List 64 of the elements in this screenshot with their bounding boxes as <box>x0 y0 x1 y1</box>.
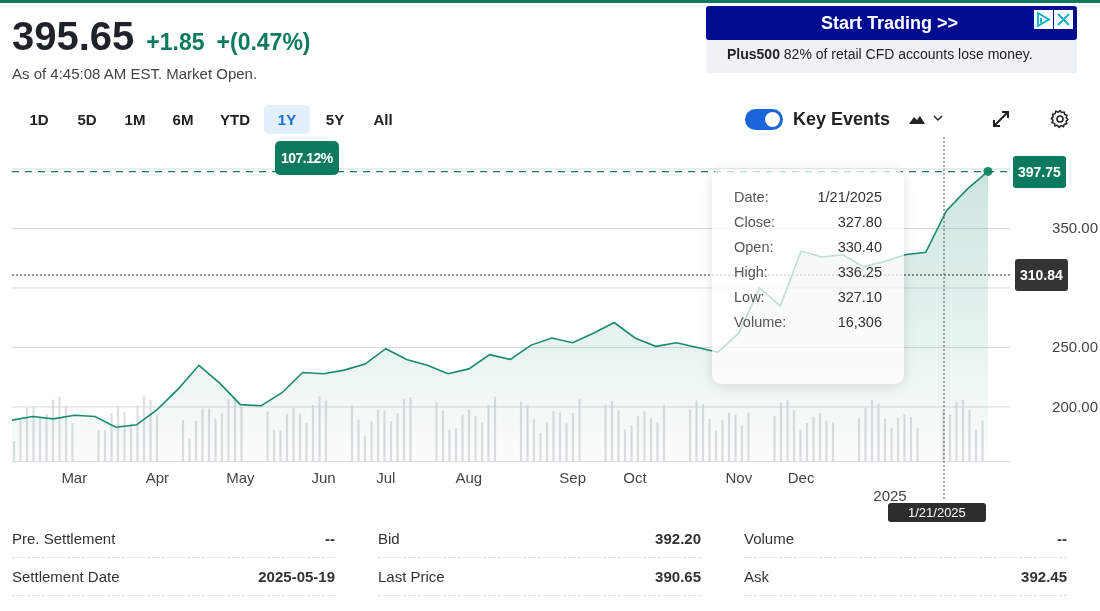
expand-icon[interactable] <box>992 110 1010 128</box>
range-tab[interactable]: YTD <box>208 104 262 134</box>
last-price: 395.65 <box>12 14 135 59</box>
crosshair-date-badge: 1/21/2025 <box>888 503 986 522</box>
x-axis-label: Jun <box>311 469 336 486</box>
year-label: 2025 <box>873 487 907 504</box>
stat-value: -- <box>325 530 335 547</box>
tooltip-label: Open: <box>734 239 774 255</box>
tooltip-value: 330.40 <box>837 239 882 255</box>
settings-icon[interactable] <box>1050 109 1070 129</box>
stat-label: Settlement Date <box>12 568 120 585</box>
tooltip-value: 327.80 <box>837 214 882 230</box>
stat-value: 390.65 <box>655 568 701 585</box>
toggle-switch[interactable] <box>744 108 783 130</box>
tooltip-label: Close: <box>734 214 776 230</box>
tooltip-value: 1/21/2025 <box>817 189 882 205</box>
ad-disclaimer: Plus500 82% of retail CFD accounts lose money. <box>726 45 1034 62</box>
range-tab[interactable]: 1D <box>16 104 62 134</box>
stat-value: -- <box>1057 530 1067 547</box>
chart-type-icon[interactable] <box>908 112 946 126</box>
key-events-label: Key Events <box>792 108 890 130</box>
stat-label: Volume <box>744 530 795 547</box>
y-axis-label: 350.00 <box>1052 219 1098 237</box>
tooltip-label: Volume: <box>734 314 787 330</box>
stat-label: Last Price <box>378 568 445 585</box>
x-axis-label: Oct <box>623 469 647 486</box>
ad-banner[interactable]: Start Trading >> Plus500 82% of retail CFD accounts lose money. <box>706 6 1077 73</box>
range-tab[interactable]: 5D <box>64 104 110 134</box>
x-axis-label: Apr <box>145 469 170 486</box>
tooltip-label: Low: <box>734 289 765 305</box>
y-axis-label: 200.00 <box>1052 397 1098 415</box>
price-change: +1.85 <box>146 29 205 56</box>
price-badge: 310.84 <box>1015 259 1068 291</box>
range-tab[interactable]: 6M <box>160 104 206 134</box>
stat-label: Ask <box>744 568 769 585</box>
stat-value: 392.20 <box>655 530 701 547</box>
range-tab[interactable]: All <box>360 104 406 134</box>
last-point <box>983 166 993 176</box>
price-badge: 397.75 <box>1013 155 1066 188</box>
ad-info-icon[interactable] <box>1034 9 1053 29</box>
tooltip-value: 327.10 <box>837 289 882 305</box>
range-tab[interactable]: 1Y <box>264 104 310 134</box>
stat-value: 2025-05-19 <box>258 568 335 585</box>
stat-value: 392.45 <box>1021 568 1067 585</box>
x-axis-label: Dec <box>787 469 815 486</box>
x-axis-label: May <box>226 469 255 486</box>
y-axis-label: 250.00 <box>1052 338 1098 356</box>
stat-label: Bid <box>378 530 400 547</box>
x-axis-label: Aug <box>455 469 483 486</box>
tooltip-value: 336.25 <box>837 264 882 280</box>
close-icon[interactable] <box>1054 9 1073 29</box>
tooltip-label: High: <box>734 264 768 280</box>
timestamp-text: As of 4:45:08 AM EST. Market Open. <box>12 65 259 82</box>
x-axis-label: Sep <box>559 469 587 486</box>
stat-label: Pre. Settlement <box>12 530 116 547</box>
x-axis-label: Nov <box>725 469 753 486</box>
tooltip-value: 16,306 <box>837 314 882 330</box>
x-axis-label: Jul <box>376 469 396 486</box>
percent-change: +(0.47%) <box>216 29 311 56</box>
x-axis-label: Mar <box>61 469 88 486</box>
range-tab[interactable]: 1M <box>112 104 158 134</box>
tooltip-label: Date: <box>734 189 769 205</box>
range-change-badge: 107.12% <box>275 141 339 175</box>
range-tab[interactable]: 5Y <box>312 104 358 134</box>
